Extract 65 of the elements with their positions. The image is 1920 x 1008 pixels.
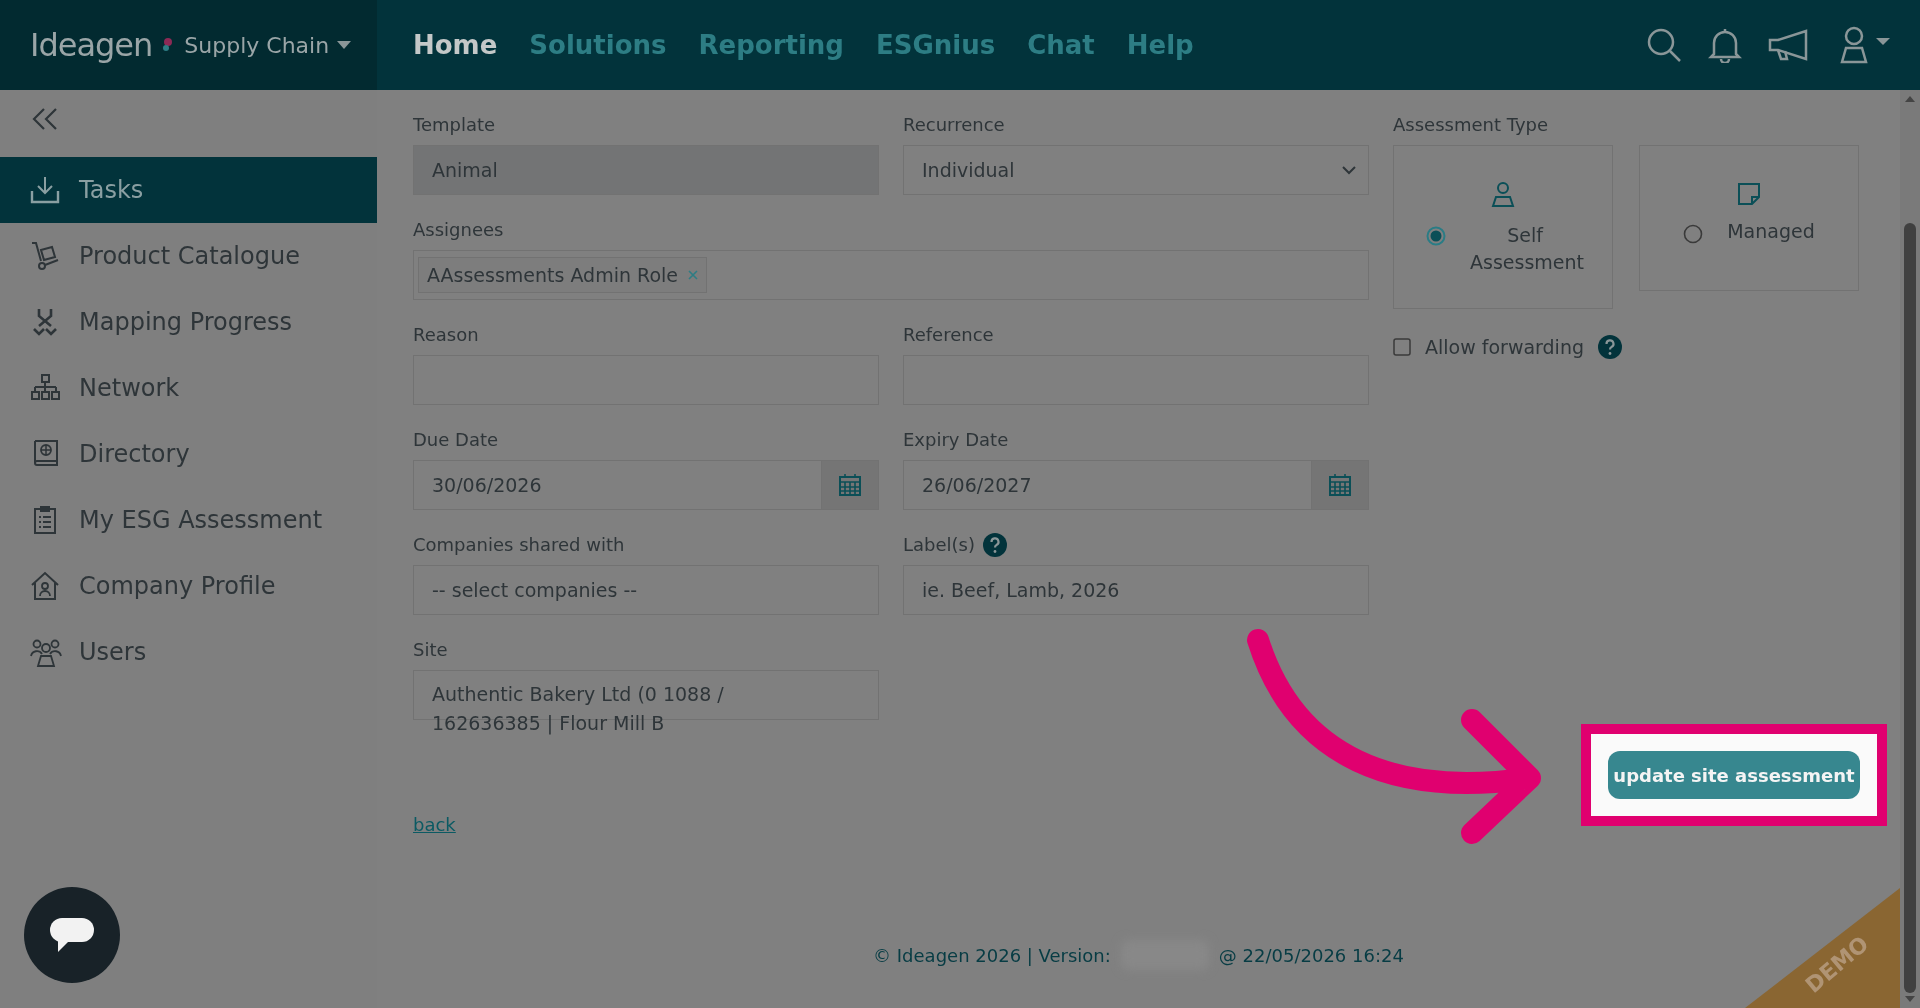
download-tray-icon [30,175,62,205]
sidebar-item[interactable]: Users [0,619,377,685]
field-label: Label(s) [903,534,975,555]
users-icon [30,637,62,667]
nav-tab[interactable]: Chat [1027,30,1095,60]
field-label: Template [413,114,496,135]
hierarchy-icon [30,373,62,403]
calendar-button[interactable] [822,460,879,510]
sidebar-item[interactable]: Mapping Progress [0,289,377,355]
nav-tab[interactable]: Reporting [698,30,844,60]
assessment-option[interactable]: Self Assessment [1393,145,1613,309]
nav-tab[interactable]: Home [413,30,498,60]
calendar-button[interactable] [1312,460,1369,510]
field-label: Reason [413,324,479,345]
chevron-down-icon [1342,165,1356,175]
person-icon [1491,182,1515,208]
bell-icon[interactable] [1708,27,1742,63]
collapse-icon[interactable] [32,108,58,130]
logo-mark-icon [162,37,175,53]
nav-tab[interactable]: ESGnius [876,30,996,60]
sidebar-item[interactable]: Directory [0,421,377,487]
site-value[interactable]: Authentic Bakery Ltd (0 1088 / 162636385 | Flour Mill B [432,680,837,738]
checkbox[interactable] [1393,338,1411,356]
sidebar-item[interactable]: Product Catalogue [0,223,377,289]
field-label: Due Date [413,429,499,450]
calendar-icon [839,474,861,496]
field-label: Reference [903,324,994,345]
checkbox-label: Allow forwarding [1425,336,1584,358]
copyright-text: © Ideagen 2026 | Version: [873,944,1111,966]
input-field[interactable]: -- select companies -- [413,565,879,615]
help-icon[interactable] [983,532,1007,557]
back-link[interactable]: back [413,814,456,835]
dropdown[interactable]: Individual [903,145,1369,195]
field-label: Assignees [413,219,504,240]
field-label: Expiry Date [903,429,1009,450]
field-label: Assessment Type [1393,114,1549,135]
radio-button[interactable] [1426,226,1446,246]
sidebar-item[interactable]: My ESG Assessment [0,487,377,553]
radio-button[interactable] [1683,224,1704,244]
date-field[interactable]: 26/06/2027 [903,460,1312,510]
calendar-icon [1329,474,1351,496]
field-label: Companies shared with [413,534,625,555]
timestamp-text: @ 22/05/2026 16:24 [1218,944,1404,966]
sidebar-item[interactable]: Network [0,355,377,421]
sidebar-item[interactable]: Company Profile [0,553,377,619]
caret-icon [337,41,352,49]
scrollbar[interactable] [1900,90,1920,1008]
nav-tab[interactable]: Solutions [529,30,667,60]
input-field[interactable]: ie. Beef, Lamb, 2026 [903,565,1369,615]
assessment-option[interactable]: Managed [1639,145,1859,291]
product-switcher[interactable]: Supply Chain [184,32,352,58]
logo-text[interactable]: Ideagen [30,26,153,64]
sidebar-item[interactable]: Tasks [0,157,377,223]
nav-tab[interactable]: Help [1126,30,1194,60]
search-icon[interactable] [1646,27,1682,63]
help-icon[interactable] [1598,335,1622,359]
date-field[interactable]: 30/06/2026 [413,460,822,510]
field-label: Recurrence [903,114,1005,135]
update-button[interactable]: update site assessment [1608,751,1860,799]
note-icon [1737,182,1761,206]
field-label: Site [413,639,448,660]
speech-bubble-icon [48,916,96,954]
tag-chip: AAssessments Admin Role [418,257,707,293]
user-menu-icon[interactable] [1838,26,1890,64]
tag-field[interactable]: AAssessments Admin Role [413,250,1369,300]
